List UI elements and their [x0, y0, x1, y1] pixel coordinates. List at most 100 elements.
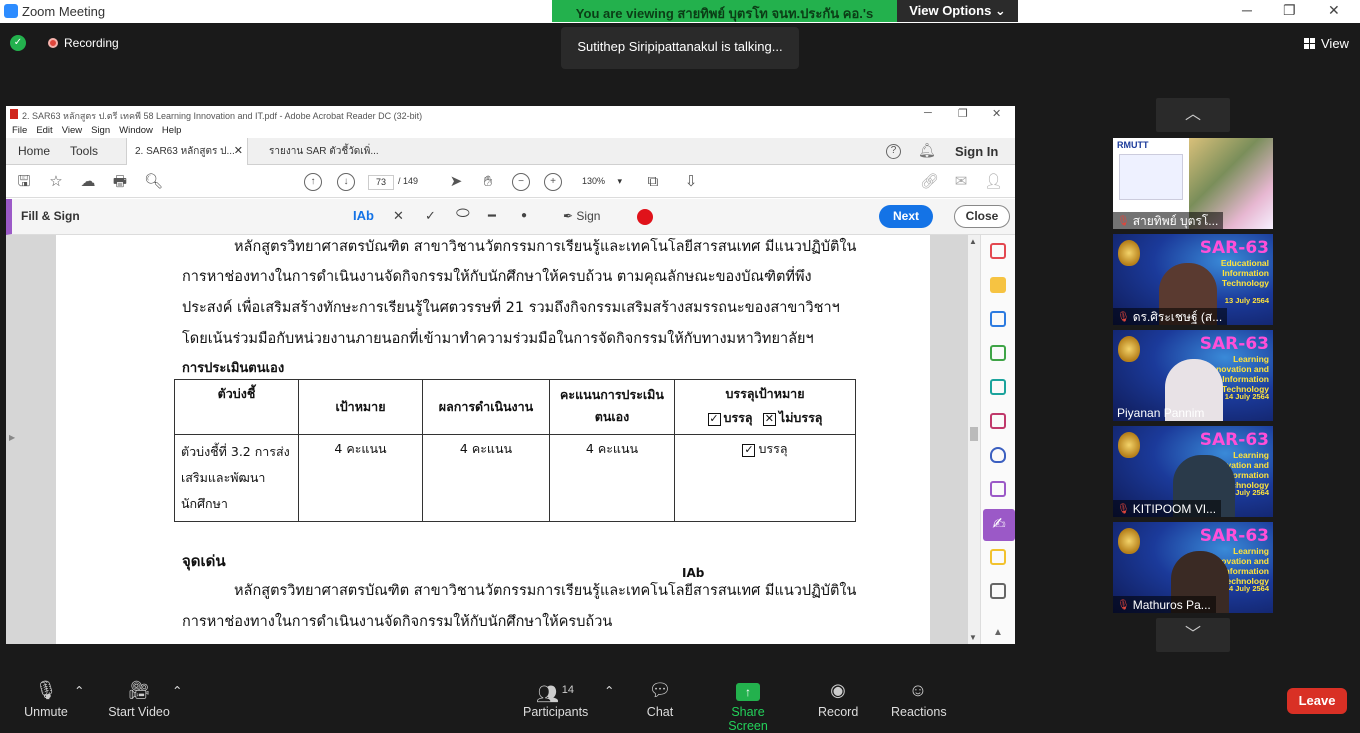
recording-indicator[interactable]: Recording — [40, 31, 127, 55]
acrobat-close-icon[interactable]: ✕ — [992, 107, 1001, 120]
zoom-level-select[interactable]: 130% ▾ — [582, 176, 622, 187]
university-seal-icon — [1118, 240, 1140, 266]
edit-pdf-icon[interactable] — [990, 379, 1006, 395]
participants-caret-icon[interactable]: ⌃ — [604, 683, 614, 698]
zoom-search-icon[interactable]: 🔍︎ — [144, 173, 163, 191]
page-fit-icon[interactable]: ⧉ — [644, 173, 662, 191]
menu-help[interactable]: Help — [162, 125, 182, 136]
help-icon[interactable]: ? — [886, 144, 901, 159]
tab-document-1[interactable]: 2. SAR63 หลักสูตร ป... ✕ — [126, 138, 248, 165]
university-seal-icon — [1118, 528, 1140, 554]
chat-bubble-icon: 💬︎ — [648, 680, 672, 700]
line-tool-icon[interactable]: ━ — [488, 208, 496, 224]
check-mark-icon[interactable]: ✓ — [425, 208, 436, 224]
export-pdf-icon[interactable] — [990, 311, 1006, 327]
video-options-caret-icon[interactable]: ⌃ — [172, 683, 182, 698]
email-icon[interactable]: ✉︎ — [952, 173, 970, 191]
save-icon[interactable]: 🖫︎ — [15, 173, 33, 191]
protect-shield-icon[interactable] — [990, 447, 1006, 463]
add-user-icon[interactable]: 👤︎ — [984, 173, 1003, 191]
minimize-icon[interactable]: ─ — [1242, 2, 1252, 18]
bookmark-star-icon[interactable]: ☆ — [47, 173, 65, 191]
scroll-down-icon[interactable]: ▼ — [969, 633, 977, 642]
acrobat-restore-icon[interactable]: ❐ — [958, 107, 968, 120]
close-icon[interactable]: ✕ — [1328, 2, 1340, 19]
scroll-thumb[interactable] — [970, 427, 978, 441]
zoom-in-icon[interactable]: + — [544, 173, 562, 191]
cross-mark-icon[interactable]: ✕ — [393, 208, 404, 224]
participants-button[interactable]: 👥︎ 14 Participants — [523, 679, 588, 719]
comment-icon[interactable] — [990, 277, 1006, 293]
header-achieved: บรรลุเป้าหมาย ✓ บรรลุ ✕ ไม่บรรลุ — [674, 379, 856, 435]
view-options-button[interactable]: View Options ⌄ — [897, 0, 1018, 22]
select-cursor-icon[interactable]: ➤ — [447, 173, 465, 191]
add-text-tool[interactable]: IAb — [353, 208, 374, 223]
hand-tool-icon[interactable]: ✋︎ — [479, 173, 497, 191]
next-page-icon[interactable]: ↓ — [337, 173, 355, 191]
tab-document-1-label: 2. SAR63 หลักสูตร ป... — [135, 146, 235, 157]
mic-muted-icon: 🎙︎ — [1117, 503, 1130, 515]
document-scrollbar[interactable]: ▲ ▼ — [968, 235, 980, 644]
dot-tool-icon[interactable]: ● — [521, 210, 527, 221]
gallery-down-button[interactable]: ﹀ — [1156, 618, 1230, 652]
start-video-button[interactable]: 🎥︎ Start Video — [108, 679, 170, 719]
tab-home[interactable]: Home — [10, 138, 58, 165]
share-screen-button[interactable]: ↑ Share Screen — [713, 679, 783, 733]
participant-tile-1[interactable]: RMUTT 🎙︎ สายทิพย์ บุตรโ... — [1113, 138, 1273, 229]
print-icon[interactable]: 🖶︎ — [111, 173, 129, 191]
participant-tile-5[interactable]: SAR-63 Learning Innovation and Informati… — [1113, 522, 1273, 613]
page-number-input[interactable]: 73 — [368, 175, 394, 190]
send-review-icon[interactable] — [990, 549, 1006, 565]
acrobat-title: 2. SAR63 หลักสูตร ป.ตรี เทคพี 58 Learnin… — [22, 111, 423, 121]
request-signature-icon[interactable] — [990, 413, 1006, 429]
window-title: Zoom Meeting — [22, 4, 106, 19]
participant-tile-4[interactable]: SAR-63 Learning Innovation and Informati… — [1113, 426, 1273, 517]
tab-document-2[interactable]: รายงาน SAR ตัวชี้วัดเพิ่... — [261, 138, 387, 165]
leave-button[interactable]: Leave — [1287, 688, 1347, 714]
close-fill-sign-button[interactable]: Close — [954, 205, 1010, 228]
ellipse-tool-icon[interactable]: ⬭ — [456, 205, 470, 223]
achieved-legend: ✓ บรรลุ ✕ ไม่บรรลุ — [681, 408, 849, 428]
audio-options-caret-icon[interactable]: ⌃ — [74, 683, 84, 698]
restore-icon[interactable]: ❐ — [1283, 2, 1296, 19]
menu-file[interactable]: File — [12, 125, 27, 136]
scroll-mode-icon[interactable]: ⇩ — [682, 173, 700, 191]
upload-cloud-icon[interactable]: ☁︎ — [79, 173, 97, 191]
view-button[interactable]: View — [1298, 31, 1355, 55]
menu-edit[interactable]: Edit — [36, 125, 52, 136]
collapse-rail-icon[interactable]: ▲ — [993, 627, 1003, 638]
security-shield-icon[interactable]: ✓ — [10, 35, 26, 51]
record-button[interactable]: ◉ Record — [818, 679, 858, 719]
left-panel-toggle-icon[interactable]: ▶ — [9, 433, 15, 442]
next-button[interactable]: Next — [879, 205, 933, 228]
sign-in-link[interactable]: Sign In — [955, 138, 998, 165]
table-header-row: ตัวบ่งชี้ เป้าหมาย ผลการดำเนินงาน คะแนนก… — [174, 379, 856, 435]
menu-window[interactable]: Window — [119, 125, 153, 136]
document-view[interactable]: หลักสูตรวิทยาศาสตรบัณฑิต สาขาวิชานวัตกรร… — [6, 235, 980, 644]
university-seal-icon — [1118, 432, 1140, 458]
color-picker-icon[interactable] — [637, 209, 653, 225]
participant-tile-2[interactable]: SAR-63 Educational Information Technolog… — [1113, 234, 1273, 325]
zoom-out-icon[interactable]: − — [512, 173, 530, 191]
scroll-up-icon[interactable]: ▲ — [969, 237, 977, 246]
organize-pages-icon[interactable] — [990, 345, 1006, 361]
compress-pdf-icon[interactable] — [990, 481, 1006, 497]
fill-sign-active-icon[interactable]: ✍︎ — [983, 509, 1015, 541]
previous-page-icon[interactable]: ↑ — [304, 173, 322, 191]
tab-tools[interactable]: Tools — [62, 138, 106, 165]
menu-sign[interactable]: Sign — [91, 125, 110, 136]
gallery-up-button[interactable]: ︿ — [1156, 98, 1230, 132]
acrobat-minimize-icon[interactable]: ─ — [924, 107, 932, 119]
unmute-button[interactable]: 🎙︎ Unmute — [24, 679, 68, 719]
more-tools-icon[interactable] — [990, 583, 1006, 599]
chat-button[interactable]: 💬︎ Chat — [643, 679, 677, 719]
link-icon[interactable]: 🔗︎ — [920, 173, 939, 191]
reactions-button[interactable]: ☺︎ Reactions — [891, 679, 947, 719]
tab-close-icon[interactable]: ✕ — [234, 138, 243, 165]
sign-button[interactable]: ✒︎ Sign — [563, 209, 600, 223]
participant-tile-3[interactable]: SAR-63 Learning Innovation and Informati… — [1113, 330, 1273, 421]
bell-icon[interactable]: 🔔︎ — [918, 142, 936, 159]
menu-view[interactable]: View — [62, 125, 82, 136]
view-label: View — [1321, 35, 1349, 51]
create-pdf-icon[interactable] — [990, 243, 1006, 259]
